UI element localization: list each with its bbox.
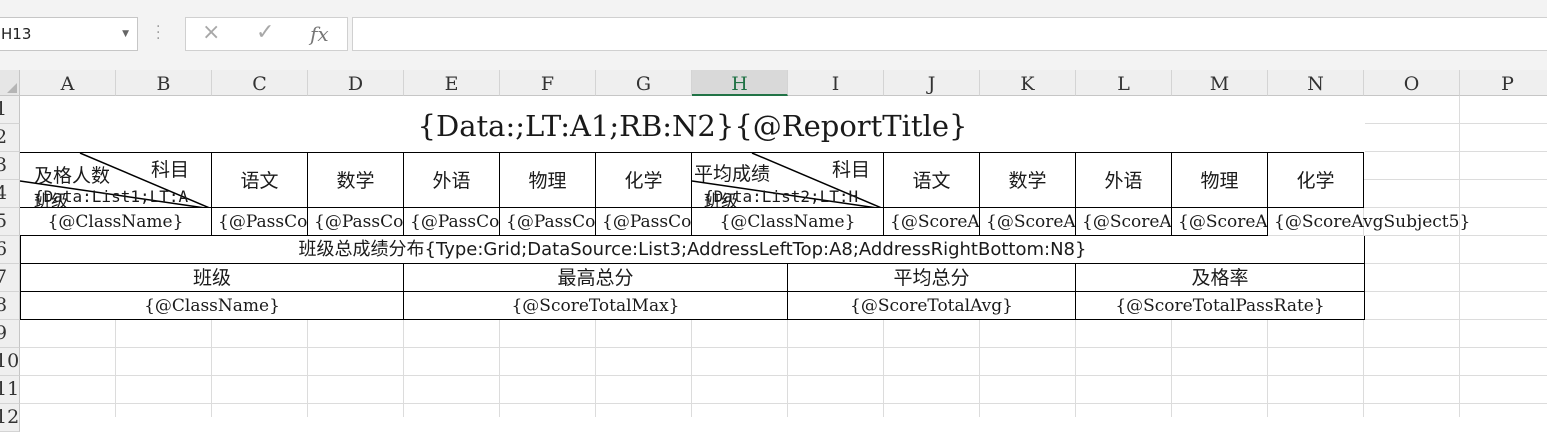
select-all-corner[interactable] — [0, 70, 20, 96]
average-corner-label: 平均成绩 — [694, 163, 771, 185]
column-header-c[interactable]: C — [212, 70, 308, 96]
row-header-12[interactable]: 12 — [0, 404, 20, 432]
score-avg-cell[interactable]: {@ScoreAv — [884, 208, 980, 236]
pass-subject-cell[interactable]: 物理 — [500, 152, 596, 208]
row-header-6[interactable]: 6 — [0, 236, 20, 264]
pass-count-cell[interactable]: {@PassCou — [212, 208, 308, 236]
row-number: 2 — [0, 124, 7, 150]
column-header-a[interactable]: A — [20, 70, 116, 96]
column-header-p[interactable]: P — [1460, 70, 1547, 96]
left-diagonal-header[interactable]: 科目 及格人数 班级 {Data:List1;LT:A — [20, 152, 212, 208]
score-subject-cell[interactable]: 语文 — [884, 152, 980, 208]
row-number: 7 — [0, 264, 7, 290]
formula-actions: × ✓ fx — [185, 17, 348, 51]
column-header-l[interactable]: L — [1076, 70, 1172, 96]
more-options-icon[interactable]: · · · — [156, 20, 160, 46]
chevron-down-icon[interactable]: ▼ — [122, 18, 129, 50]
pass-subject-cell[interactable]: 数学 — [308, 152, 404, 208]
pass-count-corner-label: 及格人数 — [34, 165, 111, 187]
pass-count-cell[interactable]: {@PassCou — [404, 208, 500, 236]
row-header-4[interactable]: 4 — [0, 180, 20, 208]
pass-subject-cell[interactable]: 语文 — [212, 152, 308, 208]
list1-tag: {Data:List1;LT:A — [34, 187, 189, 206]
row-header-11[interactable]: 11 — [0, 376, 20, 404]
column-header-b[interactable]: B — [116, 70, 212, 96]
column-header-f[interactable]: F — [500, 70, 596, 96]
column-header-k[interactable]: K — [980, 70, 1076, 96]
column-header-e[interactable]: E — [404, 70, 500, 96]
class-name-value-cell[interactable]: {@ClassName} — [20, 292, 404, 320]
row-number: 5 — [0, 208, 7, 234]
name-box[interactable]: H13 ▼ — [0, 17, 138, 51]
score-avg-subject5-cell[interactable]: {@ScoreAvgSubject5} — [1268, 208, 1547, 236]
row-header-5[interactable]: 5 — [0, 208, 20, 236]
pass-rate-header-cell[interactable]: 及格率 — [1076, 264, 1365, 292]
pass-count-cell[interactable]: {@PassCou — [596, 208, 692, 236]
row-header-7[interactable]: 7 — [0, 264, 20, 292]
column-header-m[interactable]: M — [1172, 70, 1268, 96]
column-header-h[interactable]: H — [692, 70, 788, 96]
list2-tag: {Data:List2;LT:H — [704, 187, 859, 206]
row-number: 9 — [0, 320, 7, 346]
column-header-d[interactable]: D — [308, 70, 404, 96]
row-header-2[interactable]: 2 — [0, 124, 20, 152]
row-number: 10 — [0, 350, 20, 372]
score-total-avg-cell[interactable]: {@ScoreTotalAvg} — [788, 292, 1076, 320]
score-subject-cell[interactable]: 数学 — [980, 152, 1076, 208]
row-number: 11 — [0, 378, 20, 400]
score-total-max-cell[interactable]: {@ScoreTotalMax} — [404, 292, 788, 320]
column-header-j[interactable]: J — [884, 70, 980, 96]
row-number: 12 — [0, 406, 20, 428]
subject-corner-label: 科目 — [832, 159, 871, 181]
row-header-9[interactable]: 9 — [0, 320, 20, 348]
pass-count-cell[interactable]: {@PassCou — [500, 208, 596, 236]
subject-corner-label: 科目 — [151, 159, 190, 181]
avg-total-header-cell[interactable]: 平均总分 — [788, 264, 1076, 292]
row-number: 1 — [0, 96, 7, 122]
insert-function-icon[interactable]: fx — [310, 22, 329, 46]
right-class-name-cell[interactable]: {@ClassName} — [692, 208, 884, 236]
column-header-n[interactable]: N — [1268, 70, 1364, 96]
column-header-g[interactable]: G — [596, 70, 692, 96]
class-header-cell[interactable]: 班级 — [20, 264, 404, 292]
formula-bar: H13 ▼ · · · × ✓ fx — [0, 0, 1547, 70]
score-avg-cell[interactable]: {@ScoreAv — [1172, 208, 1268, 236]
column-header-o[interactable]: O — [1364, 70, 1460, 96]
score-subject-cell[interactable]: 物理 — [1172, 152, 1268, 208]
row-number: 8 — [0, 292, 7, 318]
row-header-1[interactable]: 1 — [0, 96, 20, 124]
pass-subject-cell[interactable]: 外语 — [404, 152, 500, 208]
left-class-name-cell[interactable]: {@ClassName} — [20, 208, 212, 236]
name-box-value: H13 — [1, 25, 32, 43]
right-diagonal-header[interactable]: 科目 平均成绩 班级 {Data:List2;LT:H — [692, 152, 884, 208]
cancel-icon[interactable]: × — [202, 20, 220, 45]
row-number: 6 — [0, 236, 7, 262]
pass-count-cell[interactable]: {@PassCou — [308, 208, 404, 236]
row-header-8[interactable]: 8 — [0, 292, 20, 320]
score-avg-cell[interactable]: {@ScoreAv — [1076, 208, 1172, 236]
row-number: 3 — [0, 152, 7, 178]
max-total-header-cell[interactable]: 最高总分 — [404, 264, 788, 292]
score-subject-cell[interactable]: 化学 — [1268, 152, 1364, 208]
enter-icon[interactable]: ✓ — [256, 20, 274, 45]
column-header-i[interactable]: I — [788, 70, 884, 96]
score-avg-cell[interactable]: {@ScoreAv — [980, 208, 1076, 236]
grid-section-title-cell[interactable]: 班级总成绩分布{Type:Grid;DataSource:List3;Addre… — [20, 236, 1365, 264]
row-header-10[interactable]: 10 — [0, 348, 20, 376]
row-number: 4 — [0, 180, 7, 206]
score-total-pass-rate-cell[interactable]: {@ScoreTotalPassRate} — [1076, 292, 1365, 320]
pass-subject-cell[interactable]: 化学 — [596, 152, 692, 208]
worksheet-grid[interactable]: {Data:;LT:A1;RB:N2}{@ReportTitle} 科目 及格人… — [20, 96, 1547, 417]
row-header-3[interactable]: 3 — [0, 152, 20, 180]
report-title-cell[interactable]: {Data:;LT:A1;RB:N2}{@ReportTitle} — [20, 96, 1365, 152]
score-subject-cell[interactable]: 外语 — [1076, 152, 1172, 208]
formula-input[interactable] — [352, 17, 1547, 51]
